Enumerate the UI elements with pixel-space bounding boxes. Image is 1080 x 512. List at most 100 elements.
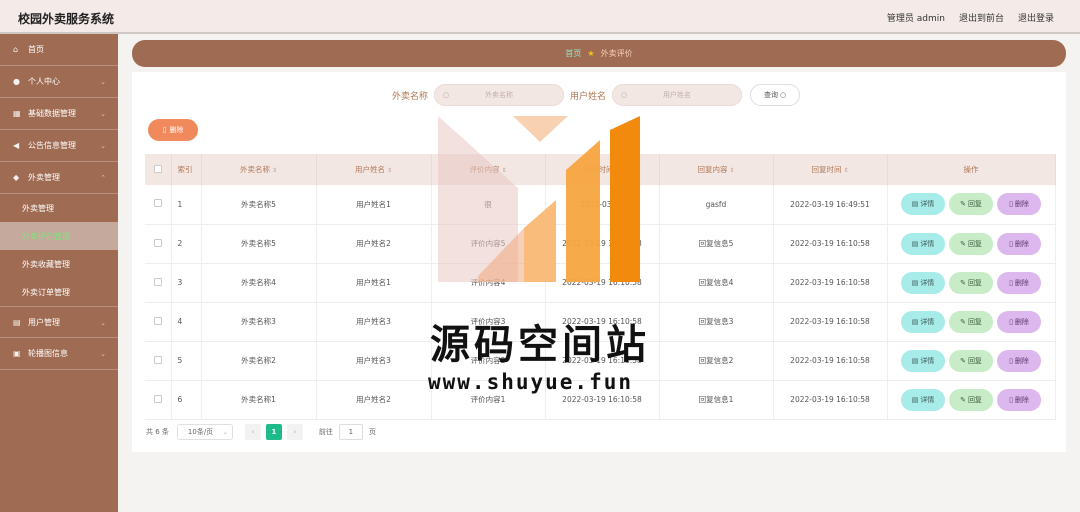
cell-actions: ▤ 详情 ✎ 回复 ▯ 删除 — [887, 380, 1056, 420]
sort-icon: ⇕ — [843, 167, 849, 174]
main-card: 外卖名称 ○ 外卖名称 用户姓名 ○ 用户姓名 查询 ○ ▯ 删除 索引 外卖名… — [132, 72, 1066, 452]
cell-index: 1 — [171, 185, 202, 225]
takeaway-icon: ◆ — [13, 173, 20, 182]
reply-button[interactable]: ✎ 回复 — [949, 193, 993, 216]
user-search-label: 用户姓名 — [570, 91, 607, 102]
total-count: 共 6 条 — [146, 428, 169, 436]
detail-button[interactable]: ▤ 详情 — [901, 232, 945, 255]
table-row: 4 外卖名称3 用户姓名3 评价内容3 2022-03-19 16:10:58 … — [145, 302, 1056, 342]
col-user-name[interactable]: 用户姓名 ⇕ — [316, 154, 432, 185]
cell-index: 5 — [171, 341, 202, 381]
delete-button[interactable]: ▯ 删除 — [997, 193, 1041, 216]
delete-button[interactable]: ▯ 删除 — [997, 271, 1041, 294]
cell-review-time: 2022-03-19 16:10:58 — [545, 341, 660, 381]
row-checkbox[interactable] — [145, 185, 172, 225]
cell-index: 3 — [171, 263, 202, 303]
cell-reply-content: 回复信息2 — [659, 341, 774, 381]
delete-button[interactable]: ▯ 删除 — [997, 232, 1041, 255]
search-button-label: 查询 — [763, 91, 778, 99]
image-icon: ▣ — [13, 349, 21, 358]
sidebar-item-personal[interactable]: ● 个人中心 ⌄ — [0, 66, 118, 98]
page-size-select[interactable]: 10条/页 ⌄ — [176, 424, 233, 440]
cell-review-content: 评价内容1 — [431, 380, 546, 420]
search-button[interactable]: 查询 ○ — [750, 84, 801, 106]
name-search-label: 外卖名称 — [392, 91, 429, 102]
row-checkbox[interactable] — [145, 224, 172, 264]
top-actions: 管理员 admin 退出到前台 退出登录 — [887, 11, 1054, 24]
detail-button[interactable]: ▤ 详情 — [901, 193, 945, 216]
page-unit-label: 页 — [368, 428, 376, 436]
chevron-down-icon: ⌄ — [100, 319, 106, 327]
col-takeaway-name[interactable]: 外卖名称 ⇕ — [201, 154, 317, 185]
row-checkbox[interactable] — [145, 380, 172, 420]
name-search-input[interactable]: ○ 外卖名称 — [434, 84, 565, 106]
table-row: 2 外卖名称5 用户姓名2 评价内容5 2022-03-19 16:10:58 … — [145, 224, 1056, 264]
reply-button[interactable]: ✎ 回复 — [949, 232, 993, 255]
sidebar-subitem-favorites[interactable]: 外卖收藏管理 — [0, 250, 118, 278]
delete-button[interactable]: ▯ 删除 — [997, 310, 1041, 333]
cell-review-time: 2022-03-19 16:10:58 — [545, 380, 660, 420]
trash-icon: ▯ — [162, 126, 167, 134]
trash-icon: ▯ — [1009, 239, 1013, 248]
reply-button[interactable]: ✎ 回复 — [949, 349, 993, 372]
breadcrumb-home[interactable]: 首页 — [565, 48, 581, 59]
exit-to-front-link[interactable]: 退出到前台 — [959, 11, 1004, 24]
sidebar-item-base-data[interactable]: ▦ 基础数据管理 ⌄ — [0, 98, 118, 130]
reply-button[interactable]: ✎ 回复 — [949, 310, 993, 333]
sidebar-item-carousel[interactable]: ▣ 轮播图信息 ⌄ — [0, 338, 118, 370]
select-all-checkbox[interactable] — [145, 154, 172, 185]
col-review-time[interactable]: 评价时间 ⇕ — [545, 154, 660, 185]
detail-button[interactable]: ▤ 详情 — [901, 349, 945, 372]
prev-page-button[interactable]: ‹ — [244, 424, 261, 440]
sidebar-item-notice[interactable]: ◀ 公告信息管理 ⌄ — [0, 130, 118, 162]
cell-user-name: 用户姓名3 — [316, 302, 432, 342]
database-icon: ▦ — [13, 109, 21, 118]
document-icon: ▤ — [911, 239, 919, 248]
sidebar-item-label: 基础数据管理 — [28, 109, 76, 118]
reply-button[interactable]: ✎ 回复 — [949, 271, 993, 294]
cell-user-name: 用户姓名2 — [316, 380, 432, 420]
edit-icon: ✎ — [960, 356, 966, 365]
col-reply-content[interactable]: 回复内容 ⇕ — [659, 154, 774, 185]
page-number-button[interactable]: 1 — [265, 424, 282, 440]
cell-review-time: 2022-03-19 16:10:58 — [545, 302, 660, 342]
delete-button[interactable]: ▯ 删除 — [997, 388, 1041, 411]
reply-button[interactable]: ✎ 回复 — [949, 388, 993, 411]
row-checkbox[interactable] — [145, 263, 172, 303]
col-review-content[interactable]: 评价内容 ⇕ — [431, 154, 546, 185]
col-reply-time[interactable]: 回复时间 ⇕ — [773, 154, 888, 185]
document-icon: ▤ — [911, 395, 919, 404]
detail-button[interactable]: ▤ 详情 — [901, 310, 945, 333]
logout-link[interactable]: 退出登录 — [1018, 11, 1054, 24]
detail-button[interactable]: ▤ 详情 — [901, 388, 945, 411]
user-search-input[interactable]: ○ 用户姓名 — [612, 84, 743, 106]
sidebar-item-takeaway[interactable]: ◆ 外卖管理 ⌃ — [0, 162, 118, 194]
review-table: 索引 外卖名称 ⇕ 用户姓名 ⇕ 评价内容 ⇕ 评价时间 ⇕ 回复内容 ⇕ 回复时间 ⇕ 操… — [145, 154, 1056, 420]
sidebar-subitem-takeaway[interactable]: 外卖管理 — [0, 194, 118, 222]
row-checkbox[interactable] — [145, 341, 172, 381]
chevron-up-icon: ⌃ — [100, 174, 106, 182]
sidebar-item-label: 个人中心 — [28, 77, 60, 86]
sidebar-subitem-reviews[interactable]: 外卖评价管理 — [0, 222, 118, 250]
cell-reply-time: 2022-03-19 16:10:58 — [773, 224, 888, 264]
row-checkbox[interactable] — [145, 302, 172, 342]
sidebar-item-home[interactable]: ⌂ 首页 — [0, 34, 118, 66]
table-row: 6 外卖名称1 用户姓名2 评价内容1 2022-03-19 16:10:58 … — [145, 380, 1056, 420]
goto-page-input[interactable]: 1 — [338, 424, 363, 440]
megaphone-icon: ◀ — [13, 141, 20, 150]
delete-button[interactable]: ▯ 删除 — [997, 349, 1041, 372]
next-page-button[interactable]: › — [286, 424, 303, 440]
top-bar: 校园外卖服务系统 管理员 admin 退出到前台 退出登录 — [0, 0, 1080, 34]
sidebar-subitem-orders[interactable]: 外卖订单管理 — [0, 278, 118, 306]
cell-reply-content: 回复信息3 — [659, 302, 774, 342]
chevron-down-icon: ⌄ — [100, 142, 106, 150]
document-icon: ▤ — [911, 317, 919, 326]
home-icon: ⌂ — [13, 45, 19, 54]
cell-reply-time: 2022-03-19 16:10:58 — [773, 341, 888, 381]
batch-delete-button[interactable]: ▯ 删除 — [148, 119, 198, 141]
detail-button[interactable]: ▤ 详情 — [901, 271, 945, 294]
sidebar-item-label: 轮播图信息 — [28, 349, 68, 358]
sidebar-item-user[interactable]: ▤ 用户管理 ⌄ — [0, 306, 118, 338]
table-row: 5 外卖名称2 用户姓名3 评价内容2 2022-03-19 16:10:58 … — [145, 341, 1056, 381]
cell-actions: ▤ 详情 ✎ 回复 ▯ 删除 — [887, 224, 1056, 264]
